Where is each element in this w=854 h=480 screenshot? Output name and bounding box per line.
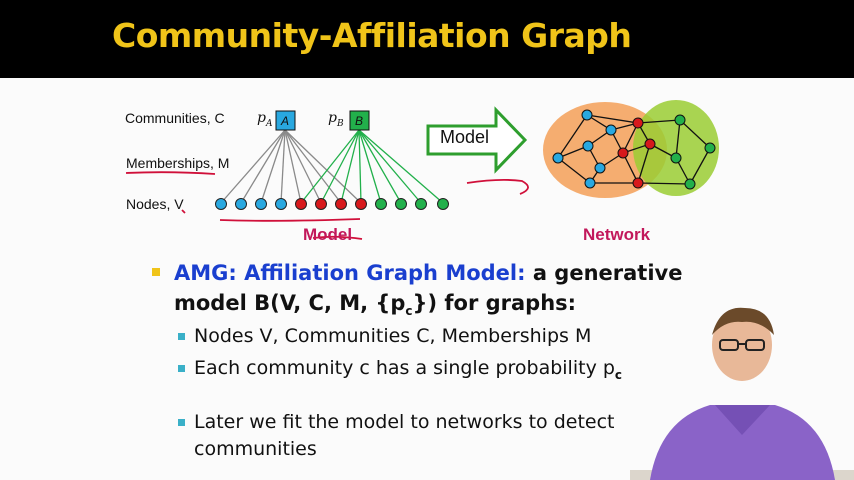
title-bar: Community-Affiliation Graph bbox=[0, 0, 854, 78]
prob-b-label: pB bbox=[328, 110, 344, 129]
network-graph bbox=[543, 100, 719, 198]
sub-bullet-icon bbox=[178, 419, 185, 426]
presenter-image bbox=[630, 307, 854, 480]
node-row bbox=[215, 198, 449, 210]
network-caption: Network bbox=[583, 225, 651, 244]
community-b-letter: B bbox=[355, 114, 364, 128]
bullet-line-2: model B(V, C, M, {pc}) for graphs: bbox=[174, 291, 577, 319]
bullet-rest: a generative bbox=[525, 261, 683, 285]
communities-label: Communities, C bbox=[125, 110, 225, 126]
nodes-label: Nodes, V bbox=[126, 196, 184, 212]
model-caption: Model bbox=[303, 225, 353, 244]
bullet-bold-prefix: AMG: Affiliation Graph Model: bbox=[174, 261, 526, 285]
sub-bullet-icon bbox=[178, 333, 185, 340]
prob-a-label: pA bbox=[257, 110, 273, 129]
arrow-label: Model bbox=[440, 127, 490, 147]
memberships-label: Memberships, M bbox=[126, 155, 230, 171]
slide-title: Community-Affiliation Graph bbox=[112, 16, 632, 55]
sub-bullet-icon bbox=[178, 365, 185, 372]
community-a-letter: A bbox=[281, 114, 290, 128]
bullet-square-icon bbox=[152, 268, 160, 276]
